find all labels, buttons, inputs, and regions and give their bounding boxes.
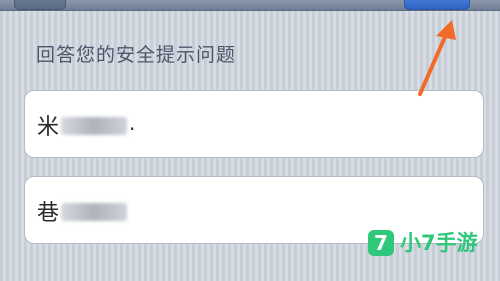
done-button[interactable] <box>404 0 470 10</box>
answer-1-suffix: . <box>129 111 136 135</box>
answer-2-redaction <box>61 203 127 221</box>
navigation-bar <box>0 0 500 11</box>
watermark-logo-icon: 7 <box>368 230 394 256</box>
answer-1-prefix: 米 <box>37 115 60 140</box>
security-question-title: 回答您的安全提示问题 <box>36 44 237 66</box>
answer-2-prefix: 巷 <box>37 201 60 226</box>
arrow-annotation-icon <box>418 20 456 96</box>
back-button[interactable] <box>14 0 66 10</box>
answer-1-redaction <box>61 117 127 135</box>
watermark-text: 小7手游 <box>400 231 478 255</box>
